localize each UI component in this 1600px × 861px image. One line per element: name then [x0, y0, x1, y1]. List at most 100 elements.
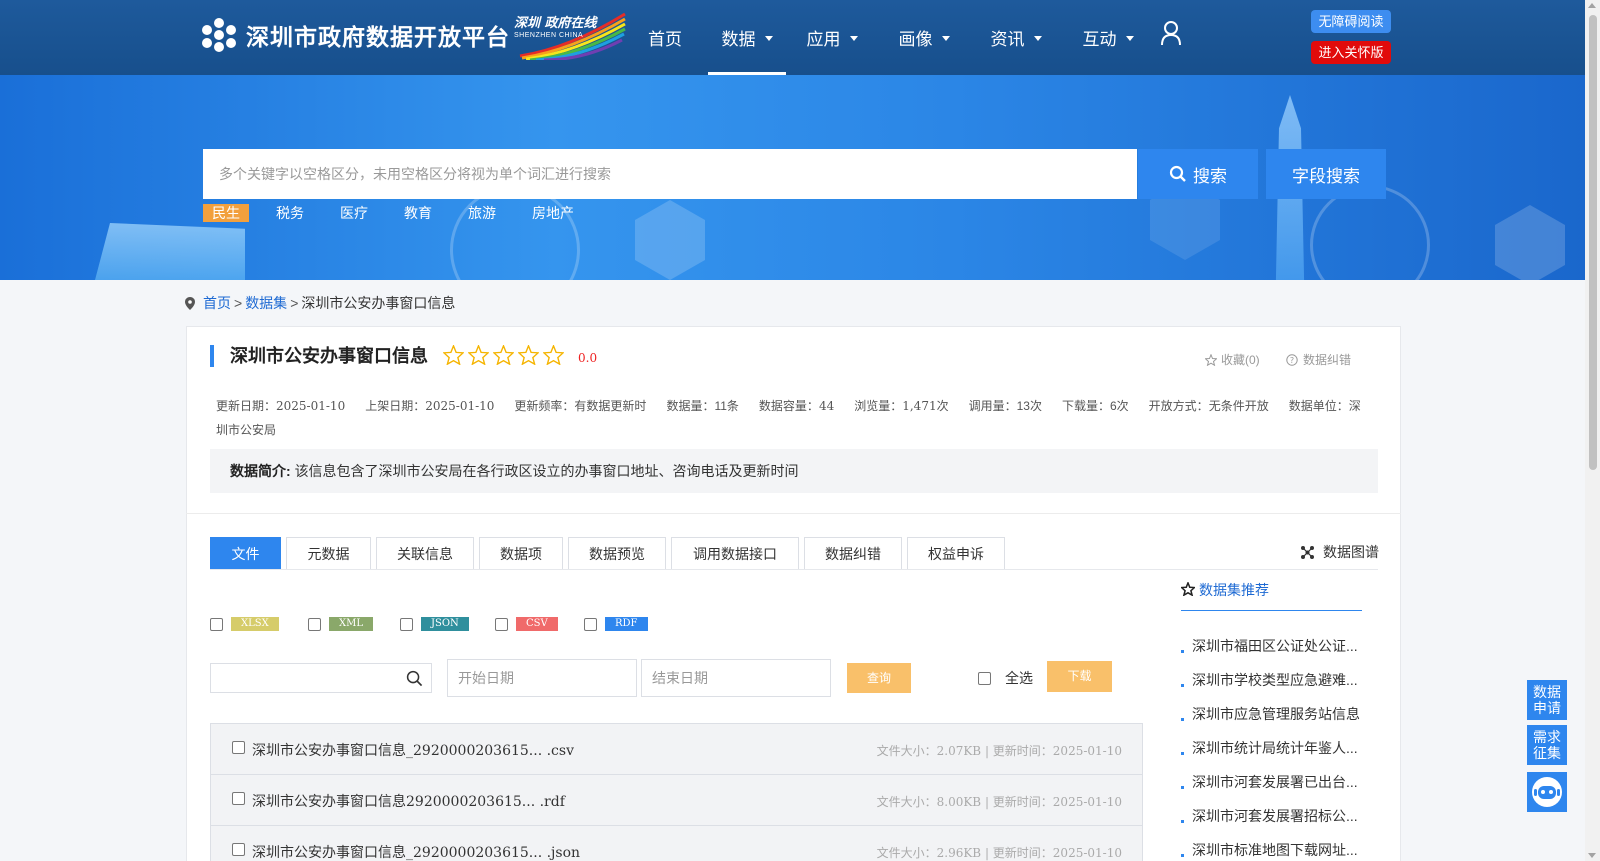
- care-mode-button[interactable]: 进入关怀版: [1311, 41, 1391, 64]
- chevron-down-icon: [941, 36, 950, 41]
- user-icon[interactable]: [1160, 20, 1182, 46]
- nav-home[interactable]: 首页: [648, 0, 714, 75]
- nav-home-label: 首页: [648, 30, 682, 49]
- accessibility-button[interactable]: 无障碍阅读: [1311, 10, 1391, 33]
- meta-frequency: 更新频率：有数据更新时: [514, 399, 647, 413]
- nav-interaction[interactable]: 互动: [1062, 0, 1154, 75]
- checkbox[interactable]: [232, 792, 245, 805]
- site-title: 深圳市政府数据开放平台: [246, 24, 510, 50]
- checkbox[interactable]: [495, 617, 508, 631]
- recommend-item-label: 深圳市应急管理服务站信息: [1192, 706, 1360, 722]
- star-pin-icon: [1181, 582, 1195, 596]
- query-button[interactable]: 查询: [847, 663, 911, 693]
- recommend-item[interactable]: 深圳市学校类型应急避难...: [1181, 670, 1360, 704]
- recommend-list: 深圳市福田区公证处公证... 深圳市学校类型应急避难... 深圳市应急管理服务站…: [1181, 636, 1360, 861]
- bullet: [1181, 650, 1184, 653]
- recommend-item[interactable]: 深圳市河套发展署已出台...: [1181, 772, 1360, 806]
- breadcrumb-dataset[interactable]: 数据集: [245, 293, 287, 313]
- checkbox[interactable]: [584, 617, 597, 631]
- checkbox[interactable]: [232, 741, 245, 754]
- chevron-down-icon: [1033, 36, 1042, 41]
- scroll-down-icon[interactable]: [1588, 853, 1596, 858]
- rating-stars[interactable]: [443, 345, 568, 365]
- meta-capacity: 数据容量：44: [758, 399, 835, 413]
- hot-tag[interactable]: 民生: [203, 204, 249, 222]
- scroll-up-icon[interactable]: [1588, 3, 1596, 8]
- recommend-item[interactable]: 深圳市标准地图下载网址...: [1181, 840, 1360, 861]
- scroll-thumb[interactable]: [1589, 15, 1597, 470]
- hot-tag[interactable]: 旅游: [459, 204, 505, 222]
- nav-apps-label: 应用: [806, 30, 841, 49]
- nav-news[interactable]: 资讯: [970, 0, 1062, 75]
- recommend-item[interactable]: 深圳市河套发展署招标公...: [1181, 806, 1360, 840]
- file-name[interactable]: 深圳市公安办事窗口信息2920000203615... .rdf: [252, 791, 565, 811]
- recommend-item[interactable]: 深圳市统计局统计年鉴人...: [1181, 738, 1360, 772]
- tab-api[interactable]: 调用数据接口: [671, 537, 799, 570]
- format-filter-json[interactable]: JSON: [400, 617, 469, 631]
- start-date-input[interactable]: 开始日期: [447, 659, 637, 697]
- download-button[interactable]: 下载: [1047, 661, 1112, 692]
- data-graph-link[interactable]: 数据图谱: [1301, 542, 1379, 562]
- file-search-input[interactable]: [210, 663, 432, 693]
- checkbox[interactable]: [400, 617, 413, 631]
- tab-correction[interactable]: 数据纠错: [804, 537, 902, 570]
- checkbox[interactable]: [232, 843, 245, 856]
- star-icon[interactable]: [468, 345, 489, 365]
- star-icon[interactable]: [443, 345, 464, 365]
- star-icon[interactable]: [493, 345, 514, 365]
- file-info: 文件大小：2.07KB | 更新时间：2025-01-10: [876, 744, 1122, 758]
- end-date-input[interactable]: 结束日期: [641, 659, 831, 697]
- format-filter-xlsx[interactable]: XLSX: [210, 617, 279, 631]
- hot-tag[interactable]: 教育: [395, 204, 441, 222]
- page-scrollbar[interactable]: [1585, 0, 1600, 861]
- robot-icon: [1532, 777, 1562, 807]
- select-all[interactable]: 全选: [978, 668, 1033, 688]
- nav-portrait[interactable]: 画像: [878, 0, 970, 75]
- recommend-item-label: 深圳市学校类型应急避难...: [1192, 672, 1358, 688]
- search-icon[interactable]: [406, 670, 423, 687]
- field-search-button[interactable]: 字段搜索: [1266, 149, 1386, 199]
- file-name[interactable]: 深圳市公安办事窗口信息_2920000203615... .json: [252, 842, 580, 861]
- favorite-label: 收藏(0): [1221, 353, 1260, 367]
- breadcrumb-separator: >: [234, 295, 243, 311]
- tab-metadata[interactable]: 元数据: [286, 537, 371, 570]
- hot-tag[interactable]: 医疗: [331, 204, 377, 222]
- checkbox[interactable]: [308, 617, 321, 631]
- demand-collect-button[interactable]: 需求征集: [1527, 725, 1567, 765]
- breadcrumb-home[interactable]: 首页: [203, 293, 231, 313]
- nav-apps[interactable]: 应用: [786, 0, 878, 75]
- hot-tag[interactable]: 房地产: [523, 204, 583, 222]
- hot-tag[interactable]: 税务: [267, 204, 313, 222]
- recommend-item[interactable]: 深圳市应急管理服务站信息: [1181, 704, 1360, 738]
- search-button[interactable]: 搜索: [1138, 149, 1258, 199]
- file-row[interactable]: 深圳市公安办事窗口信息2920000203615... .rdf 文件大小：8.…: [210, 774, 1143, 825]
- star-icon[interactable]: [543, 345, 564, 365]
- correction-link[interactable]: ? 数据纠错: [1286, 351, 1351, 368]
- tab-preview[interactable]: 数据预览: [568, 537, 666, 570]
- favorite-button[interactable]: 收藏(0): [1205, 351, 1260, 368]
- search-input[interactable]: 多个关键字以空格区分，未用空格区分将视为单个词汇进行搜索: [203, 149, 1137, 199]
- data-apply-button[interactable]: 数据申请: [1527, 680, 1567, 720]
- file-row[interactable]: 深圳市公安办事窗口信息_2920000203615... .csv 文件大小：2…: [210, 723, 1143, 774]
- site-logo[interactable]: 深圳市政府数据开放平台: [202, 18, 510, 52]
- nav-news-label: 资讯: [990, 30, 1025, 49]
- meta-downloads: 下载量：6次: [1061, 399, 1129, 413]
- tab-related[interactable]: 关联信息: [376, 537, 474, 570]
- tab-appeal[interactable]: 权益申诉: [907, 537, 1005, 570]
- tabs-underline: [210, 569, 1378, 570]
- intro-label: 数据简介:: [230, 463, 291, 479]
- tab-files[interactable]: 文件: [210, 537, 281, 570]
- chatbot-button[interactable]: [1527, 772, 1567, 812]
- format-filter-rdf[interactable]: RDF: [584, 617, 648, 631]
- checkbox[interactable]: [978, 671, 991, 685]
- nav-data[interactable]: 数据: [708, 0, 786, 75]
- format-filter-csv[interactable]: CSV: [495, 617, 558, 631]
- format-filter-xml[interactable]: XML: [308, 617, 373, 631]
- star-icon[interactable]: [518, 345, 539, 365]
- tab-data-items[interactable]: 数据项: [479, 537, 563, 570]
- checkbox[interactable]: [210, 617, 223, 631]
- file-row[interactable]: 深圳市公安办事窗口信息_2920000203615... .json 文件大小：…: [210, 825, 1143, 861]
- recommend-item[interactable]: 深圳市福田区公证处公证...: [1181, 636, 1360, 670]
- recommend-item-label: 深圳市标准地图下载网址...: [1192, 842, 1358, 858]
- file-name[interactable]: 深圳市公安办事窗口信息_2920000203615... .csv: [252, 740, 574, 760]
